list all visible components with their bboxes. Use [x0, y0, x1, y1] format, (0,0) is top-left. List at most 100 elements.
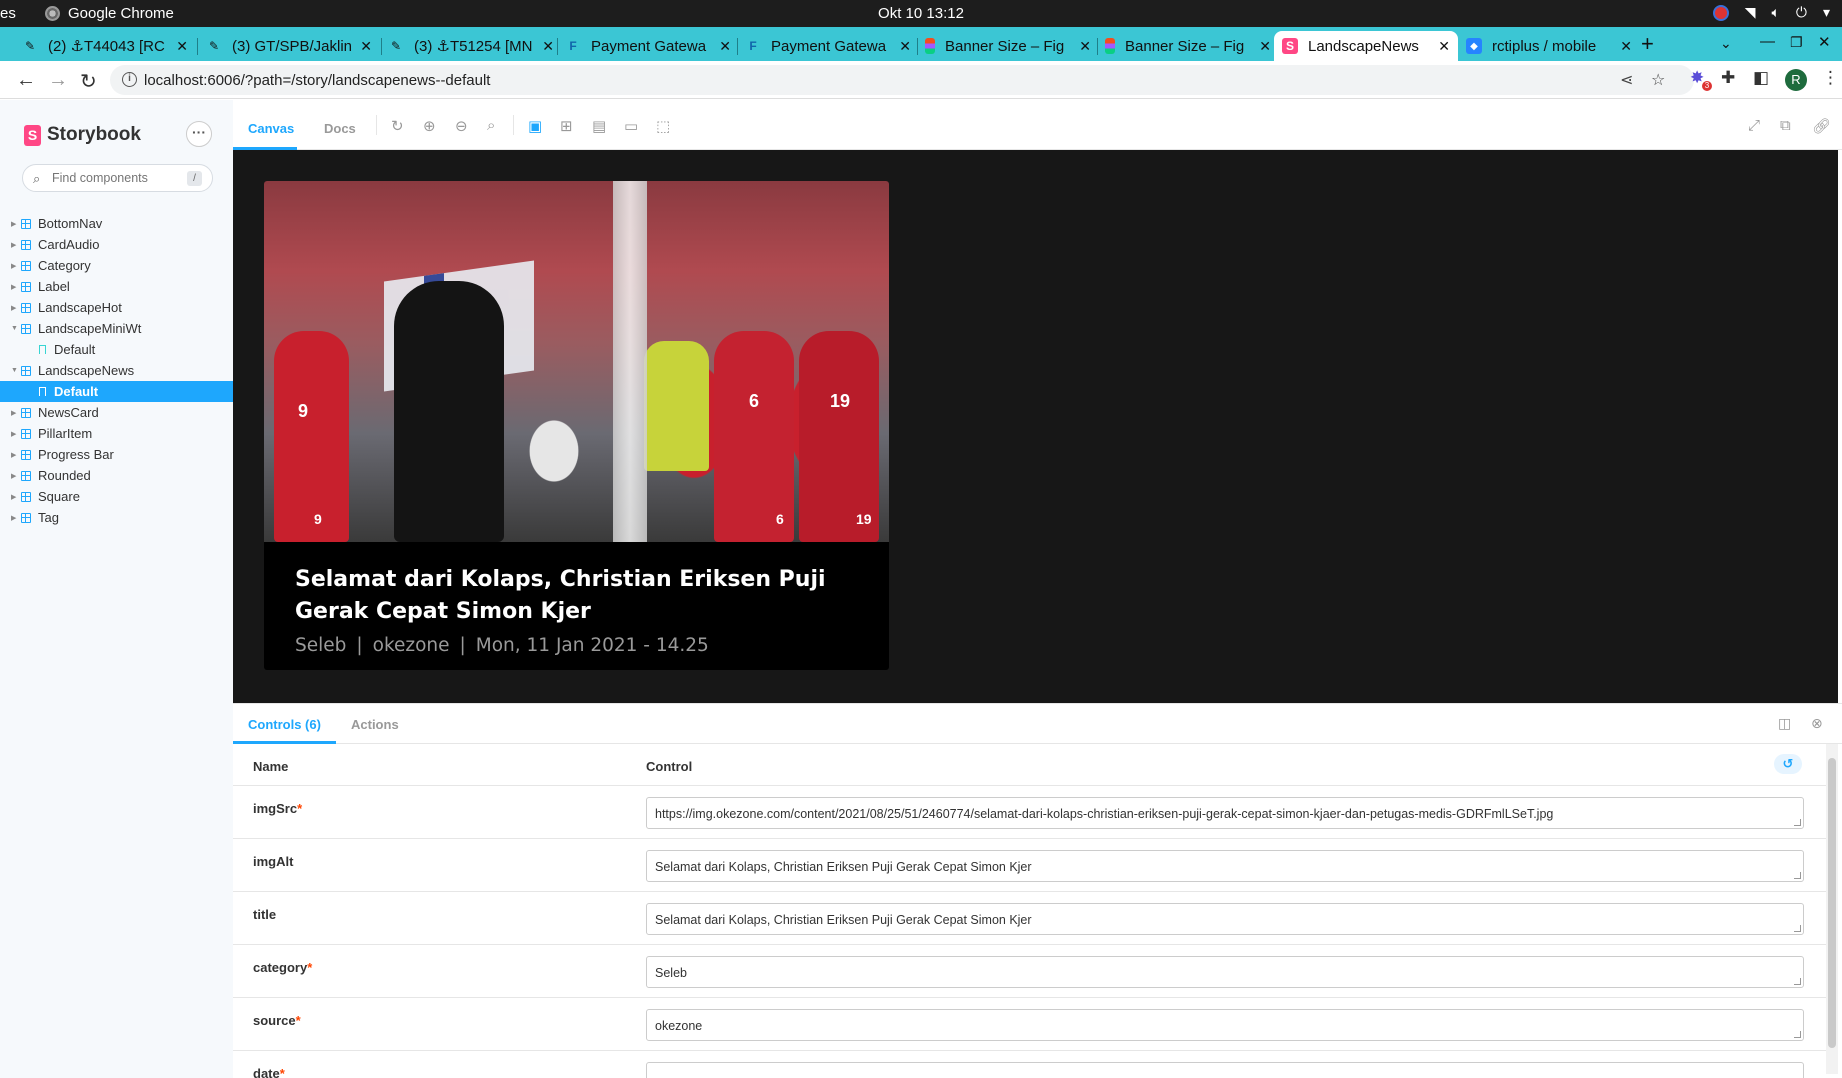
date-field[interactable] — [646, 1062, 1804, 1078]
tree-story-default[interactable]: Default — [0, 339, 233, 360]
component-icon — [21, 428, 31, 439]
tab-docs[interactable]: Docs — [324, 121, 356, 136]
tab-title: Banner Size – Fig — [1125, 37, 1245, 55]
tree-item-tag[interactable]: ▶ Tag — [0, 507, 233, 528]
tree-item-progress-bar[interactable]: ▶ Progress Bar — [0, 444, 233, 465]
viewport-icon[interactable]: ▤ — [592, 117, 606, 135]
tree-item-landscapenews[interactable]: ▼ LandscapeNews — [0, 360, 233, 381]
tree-story-default-selected[interactable]: Default — [0, 381, 233, 402]
forward-button[interactable]: → — [48, 69, 68, 92]
info-icon[interactable]: i — [122, 72, 137, 87]
maximize-button[interactable]: ❐ — [1790, 34, 1803, 51]
tab-canvas[interactable]: Canvas — [248, 121, 294, 136]
title-field[interactable]: Selamat dari Kolaps, Christian Eriksen P… — [646, 903, 1804, 935]
component-icon — [21, 470, 31, 481]
tree-item-landscapeminiwt[interactable]: ▼ LandscapeMiniWt — [0, 318, 233, 339]
chevron-down-icon[interactable]: ▾ — [1823, 4, 1830, 21]
search-field[interactable]: ⌕ / — [22, 164, 213, 192]
puzzle-icon[interactable]: ✚ — [1721, 68, 1735, 88]
close-icon[interactable]: ✕ — [542, 38, 554, 55]
background-icon[interactable]: ▣ — [528, 117, 542, 135]
outline-icon[interactable]: ⬚ — [656, 117, 670, 135]
source-field[interactable]: okezone — [646, 1009, 1804, 1041]
close-icon[interactable]: ✕ — [1259, 38, 1271, 55]
storybook-logo[interactable]: S Storybook — [24, 124, 141, 146]
tree-item-label-component[interactable]: ▶ Label — [0, 276, 233, 297]
close-panel-icon[interactable]: ⊗ — [1811, 715, 1823, 732]
scrollbar-thumb[interactable] — [1828, 758, 1836, 1048]
close-window-button[interactable]: ✕ — [1818, 33, 1831, 51]
minimize-button[interactable]: — — [1760, 33, 1775, 50]
close-icon[interactable]: ✕ — [1079, 38, 1091, 55]
storybook-icon: S — [1282, 38, 1298, 54]
browser-tab[interactable]: ✎ (2) ⚓T44043 [RC ✕ — [14, 31, 196, 61]
open-new-tab-icon[interactable]: ⧉ — [1780, 117, 1791, 134]
scrollbar[interactable] — [1826, 744, 1838, 1074]
zoom-in-icon[interactable]: ⊕ — [423, 117, 436, 135]
address-bar[interactable]: i localhost:6006/?path=/story/landscapen… — [110, 65, 1694, 95]
close-icon[interactable]: ✕ — [1438, 38, 1450, 55]
tab-actions[interactable]: Actions — [351, 717, 399, 732]
clock[interactable]: Okt 10 13:12 — [0, 5, 1842, 22]
wifi-icon[interactable]: ◥ — [1745, 4, 1756, 21]
reload-button[interactable]: ↻ — [80, 69, 97, 94]
power-icon[interactable]: ⏻ — [1796, 4, 1807, 21]
tree-item-bottomnav[interactable]: ▶ BottomNav — [0, 213, 233, 234]
url-text[interactable]: localhost:6006/?path=/story/landscapenew… — [144, 72, 490, 89]
grid-icon[interactable]: ⊞ — [560, 117, 573, 135]
close-icon[interactable]: ✕ — [719, 38, 731, 55]
component-icon — [21, 407, 31, 418]
imgalt-field[interactable]: Selamat dari Kolaps, Christian Eriksen P… — [646, 850, 1804, 882]
measure-icon[interactable]: ▭ — [624, 117, 638, 135]
tab-search-button[interactable]: ⌄ — [1720, 35, 1732, 52]
close-icon[interactable]: ✕ — [899, 38, 911, 55]
tree-item-newscard[interactable]: ▶ NewsCard — [0, 402, 233, 423]
browser-tab[interactable]: F Payment Gatewa ✕ — [557, 31, 739, 61]
volume-icon[interactable]: 🔈︎ — [1771, 4, 1779, 21]
tree-item-pillaritem[interactable]: ▶ PillarItem — [0, 423, 233, 444]
browser-tab[interactable]: Banner Size – Fig ✕ — [1097, 31, 1279, 61]
tree-item-cardaudio[interactable]: ▶ CardAudio — [0, 234, 233, 255]
control-name: imgAlt — [253, 854, 294, 869]
search-input[interactable] — [52, 169, 192, 187]
browser-tab[interactable]: ◆ rctiplus / mobile ✕ — [1458, 31, 1640, 61]
browser-tab[interactable]: Banner Size – Fig ✕ — [917, 31, 1099, 61]
more-options-button[interactable]: ··· — [186, 121, 212, 147]
chevron-right-icon: ▶ — [11, 262, 17, 270]
category-field[interactable]: Seleb — [646, 956, 1804, 988]
browser-tab[interactable]: F Payment Gatewa ✕ — [737, 31, 919, 61]
tree-item-category[interactable]: ▶ Category — [0, 255, 233, 276]
tree-item-square[interactable]: ▶ Square — [0, 486, 233, 507]
landscape-news-card[interactable]: 9 9 6 19 6 19 Selamat dari Kolaps, Chris… — [264, 181, 889, 670]
browser-tab[interactable]: ✎ (3) GT/SPB/Jaklin ✕ — [198, 31, 380, 61]
brand-name: Storybook — [47, 124, 141, 145]
kebab-menu-icon[interactable]: ⋮ — [1822, 68, 1839, 88]
sidepanel-icon[interactable]: ◧ — [1753, 68, 1769, 88]
browser-tab[interactable]: ✎ (3) ⚓T51254 [MN ✕ — [380, 31, 562, 61]
indicator-icon[interactable] — [1712, 4, 1729, 21]
avatar[interactable]: R — [1785, 69, 1807, 91]
tree-item-landscapehot[interactable]: ▶ LandscapeHot — [0, 297, 233, 318]
close-icon[interactable]: ✕ — [176, 38, 188, 55]
os-top-bar: es Google Chrome Okt 10 13:12 ◥ 🔈︎ ⏻ ▾ — [0, 0, 1842, 27]
browser-tab-active[interactable]: S LandscapeNews ✕ — [1274, 31, 1458, 61]
jersey-number: 19 — [856, 511, 872, 527]
zoom-reset-icon[interactable]: ⌕ — [487, 117, 495, 134]
star-icon[interactable]: ☆ — [1651, 70, 1665, 90]
panel-orientation-icon[interactable]: ◫ — [1778, 715, 1791, 732]
zoom-out-icon[interactable]: ⊖ — [455, 117, 468, 135]
tree-item-rounded[interactable]: ▶ Rounded — [0, 465, 233, 486]
new-tab-button[interactable]: + — [1641, 31, 1654, 57]
remount-icon[interactable]: ↻ — [391, 117, 404, 135]
component-icon — [21, 302, 31, 313]
tab-controls[interactable]: Controls (6) — [248, 717, 321, 732]
fullscreen-icon[interactable]: ⤢ — [1748, 117, 1760, 134]
back-button[interactable]: ← — [16, 69, 36, 92]
copy-link-icon[interactable]: 🔗︎ — [1812, 117, 1831, 135]
share-icon[interactable]: ⋖ — [1620, 70, 1633, 90]
reset-controls-button[interactable]: ↺ — [1774, 754, 1802, 774]
imgsrc-field[interactable]: https://img.okezone.com/content/2021/08/… — [646, 797, 1804, 829]
system-tray[interactable]: ◥ 🔈︎ ⏻ ▾ — [1712, 4, 1830, 21]
close-icon[interactable]: ✕ — [1620, 38, 1632, 55]
close-icon[interactable]: ✕ — [360, 38, 372, 55]
